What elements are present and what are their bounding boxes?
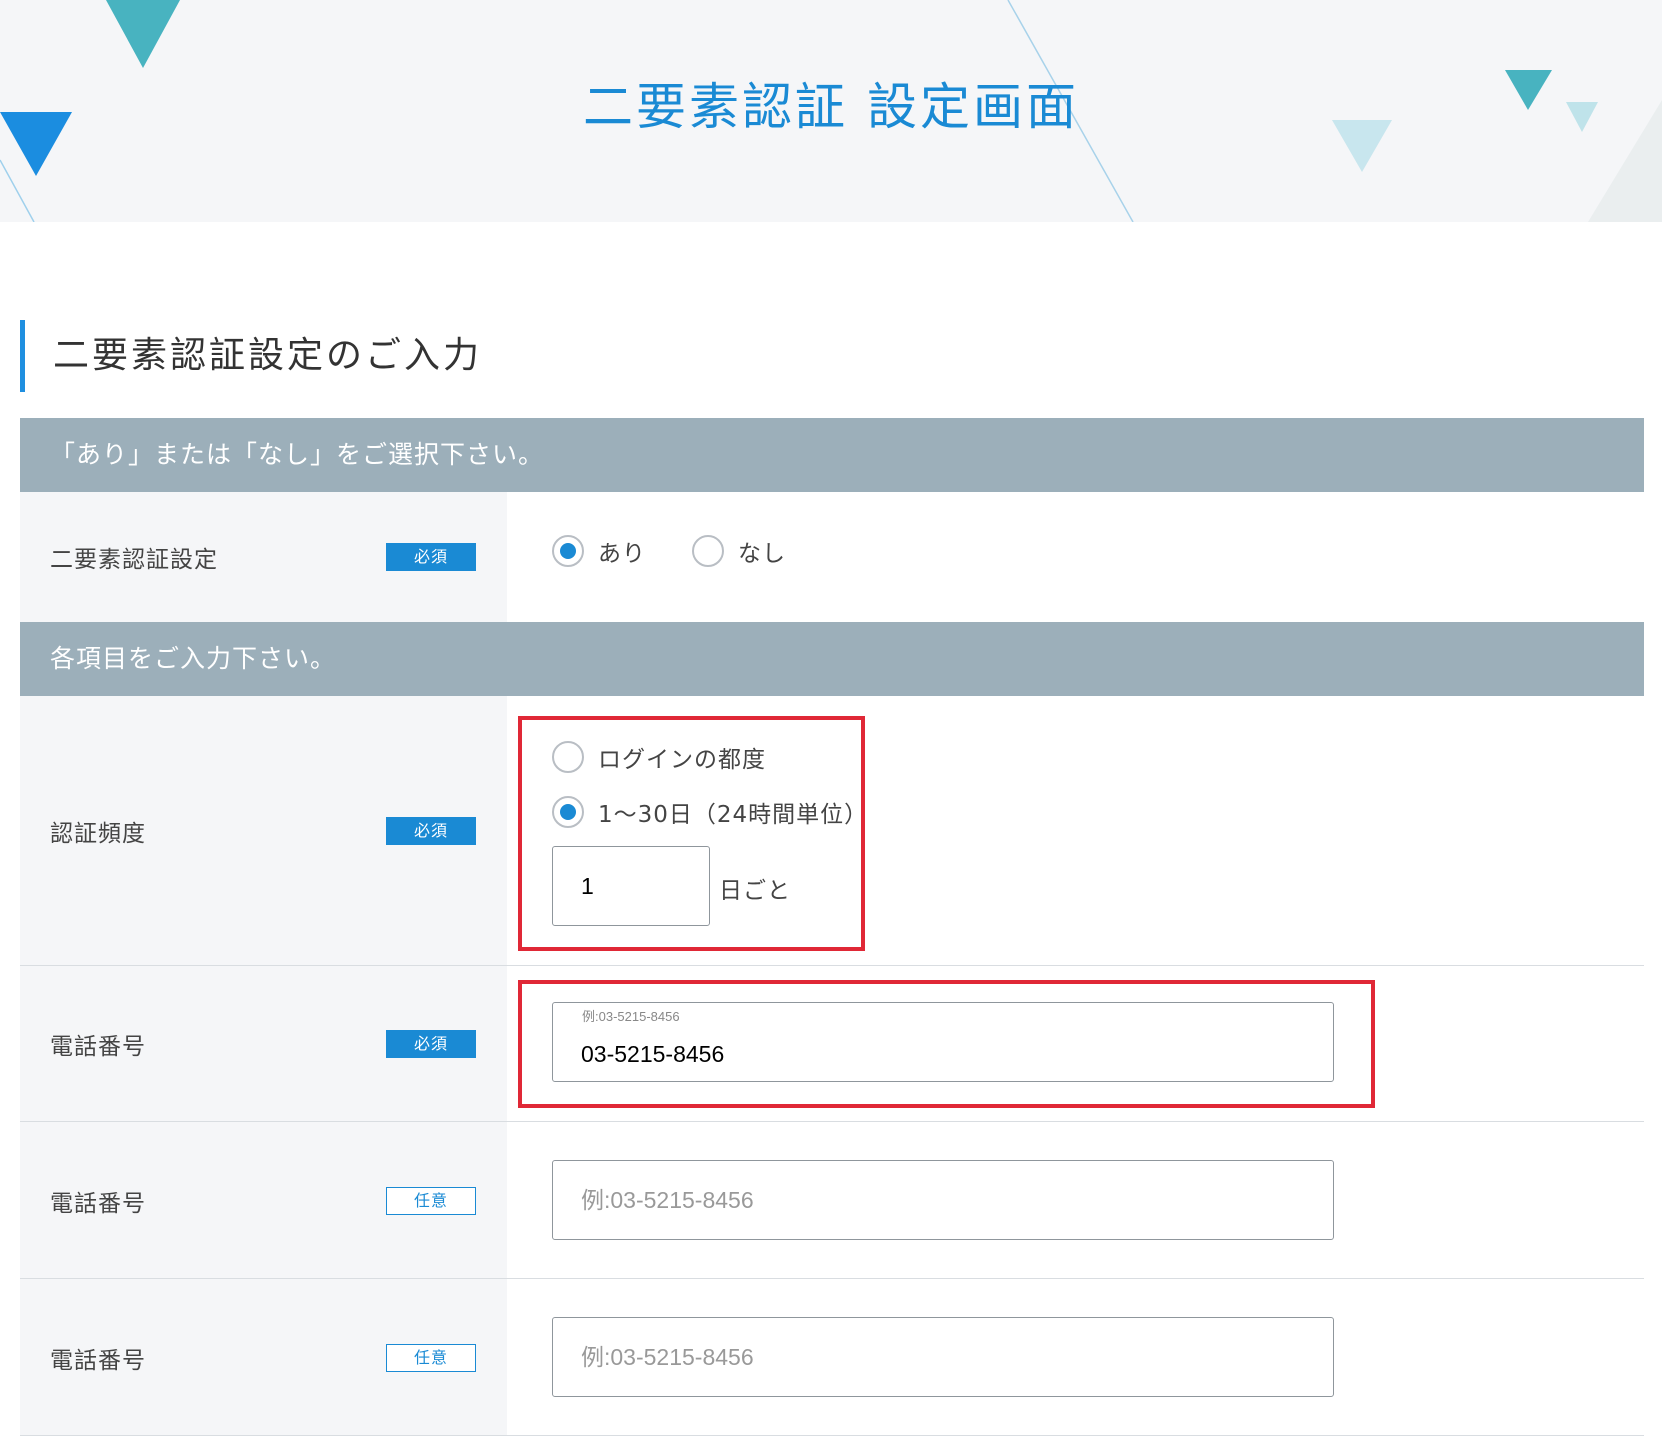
phone-secondary-row: 電話番号 任意 <box>20 1122 1644 1279</box>
deco-line <box>0 159 35 222</box>
label-cell: 認証頻度 必須 <box>20 696 507 966</box>
radio-option-days[interactable]: 1〜30日（24時間単位） <box>552 795 868 829</box>
radio-option-each-login[interactable]: ログインの都度 <box>552 740 766 774</box>
radio-option-on[interactable]: あり <box>552 534 646 568</box>
radio-button-selected[interactable] <box>552 796 584 828</box>
auth-frequency-row: 認証頻度 必須 ログインの都度 1〜30日（24時間単位） 日ごと <box>20 696 1644 966</box>
label-cell: 電話番号 任意 <box>20 1122 507 1279</box>
two-factor-setting-row: 二要素認証設定 必須 あり なし <box>20 492 1644 622</box>
radio-label: ログインの都度 <box>598 747 766 773</box>
radio-label: 1〜30日（24時間単位） <box>598 802 869 828</box>
header-banner: 二要素認証 設定画面 <box>0 0 1662 222</box>
instruction-band-select: 「あり」または「なし」をご選択下さい。 <box>20 418 1644 492</box>
days-input[interactable] <box>552 846 710 926</box>
deco-triangle <box>106 0 180 68</box>
phone-primary-row: 電話番号 必須 例:03-5215-8456 <box>20 966 1644 1122</box>
radio-label: あり <box>598 541 646 567</box>
optional-badge: 任意 <box>386 1343 476 1372</box>
radio-label: なし <box>738 541 786 567</box>
label-cell: 二要素認証設定 必須 <box>20 492 507 622</box>
phone-tertiary-input[interactable] <box>552 1317 1334 1397</box>
radio-button[interactable] <box>692 535 724 567</box>
days-suffix: 日ごと <box>719 878 791 904</box>
page-title: 二要素認証 設定画面 <box>583 78 1079 136</box>
radio-button[interactable] <box>552 741 584 773</box>
field-label: 認証頻度 <box>50 821 146 847</box>
field-label: 電話番号 <box>50 1190 146 1217</box>
field-label: 電話番号 <box>50 1347 146 1374</box>
instruction-band-input: 各項目をご入力下さい。 <box>20 622 1644 696</box>
field-label: 電話番号 <box>50 1034 146 1060</box>
phone-secondary-input[interactable] <box>552 1160 1334 1240</box>
field-label: 二要素認証設定 <box>50 547 218 573</box>
required-badge: 必須 <box>386 543 476 571</box>
label-cell: 電話番号 必須 <box>20 966 507 1122</box>
phone-primary-hint: 例:03-5215-8456 <box>582 1009 680 1024</box>
radio-button-selected[interactable] <box>552 535 584 567</box>
two-factor-radio-group: あり なし <box>552 534 786 568</box>
radio-option-off[interactable]: なし <box>692 534 786 568</box>
required-badge: 必須 <box>386 1030 476 1058</box>
phone-tertiary-row: 電話番号 任意 <box>20 1279 1644 1436</box>
required-badge: 必須 <box>386 817 476 845</box>
label-cell: 電話番号 任意 <box>20 1279 507 1436</box>
section-heading: 二要素認証設定のご入力 <box>20 320 482 392</box>
row-divider <box>20 1435 1644 1436</box>
optional-badge: 任意 <box>386 1186 476 1215</box>
